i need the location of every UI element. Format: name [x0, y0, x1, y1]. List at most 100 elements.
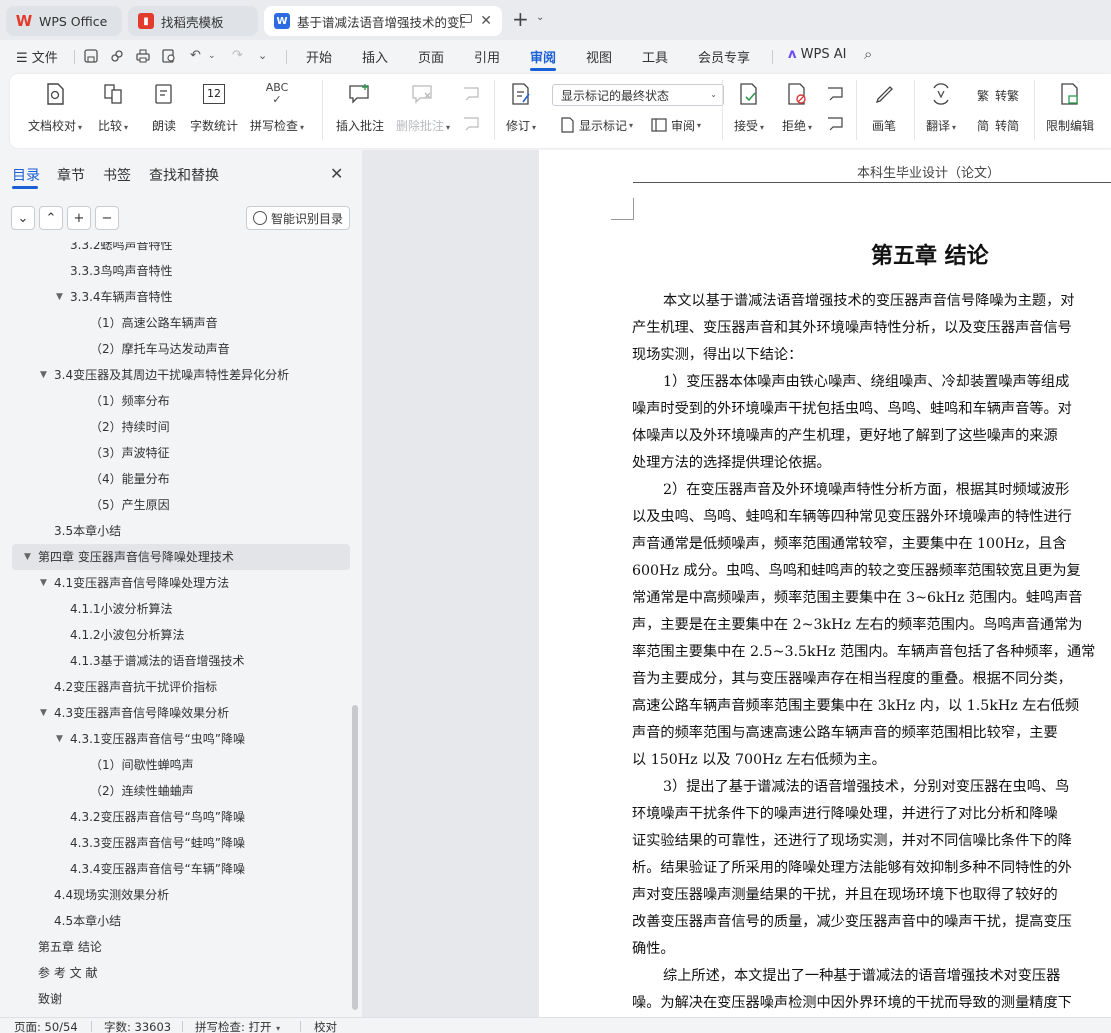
restrict-edit-button[interactable]: 限制编辑	[1046, 80, 1094, 134]
markup-mode-select[interactable]: 显示标记的最终状态 ⌄	[552, 84, 724, 106]
toc-item[interactable]: 4.1.3基于谱减法的语音增强技术	[0, 648, 350, 674]
toc-item[interactable]: （2）连续性蛐蛐声	[0, 778, 350, 804]
expand-toggle-icon[interactable]: ▼	[40, 362, 47, 388]
expand-toggle-icon[interactable]: ▼	[56, 726, 63, 752]
toc-item[interactable]: ▼ 4.1变压器声音信号降噪处理方法	[0, 570, 350, 596]
toc-item[interactable]: 4.3.2变压器声音信号“鸟鸣”降噪	[0, 804, 350, 830]
toc-item[interactable]: （5）产生原因	[0, 492, 350, 518]
menu-page[interactable]: 页面	[418, 47, 444, 66]
share-icon[interactable]	[110, 49, 124, 63]
proofread-status[interactable]: 校对	[314, 1019, 337, 1033]
toc-item[interactable]: （4）能量分布	[0, 466, 350, 492]
close-icon[interactable]: ✕	[480, 13, 492, 29]
toc-item[interactable]: （2）持续时间	[0, 414, 350, 440]
show-markup-button[interactable]: 显示标记 ▾	[558, 116, 633, 134]
wps-ai-button[interactable]: ʌ WPS AI	[788, 47, 846, 62]
divider	[1034, 80, 1035, 140]
menu-member[interactable]: 会员专享	[698, 47, 750, 66]
to-simplified-button[interactable]: 简 转简	[974, 116, 1019, 134]
toc-item[interactable]: 4.5本章小结	[0, 908, 350, 934]
menu-home[interactable]: 开始	[306, 47, 332, 66]
reject-button[interactable]: 拒绝 ▾	[782, 80, 812, 134]
insert-comment-button[interactable]: 插入批注	[336, 80, 384, 134]
toc-item[interactable]: （3）声波特征	[0, 440, 350, 466]
print-icon[interactable]	[136, 49, 150, 63]
toc-item[interactable]: ▼ 3.3.4车辆声音特性	[0, 284, 350, 310]
add-heading-button[interactable]: +	[67, 206, 91, 230]
tab-docer-templates[interactable]: ▮ 找稻壳模板	[128, 6, 258, 36]
spell-check-status[interactable]: 拼写检查: 打开 ▾	[195, 1019, 280, 1033]
remove-heading-button[interactable]: −	[95, 206, 119, 230]
toc-item[interactable]: （1）间歇性蝉鸣声	[0, 752, 350, 778]
document-page[interactable]: 本科生毕业设计（论文） 第五章 结论 本文以基于谱减法语音增强技术的变压器声音信…	[539, 150, 1111, 1017]
toc-item[interactable]: 4.1.1小波分析算法	[0, 596, 350, 622]
menu-tools[interactable]: 工具	[642, 47, 668, 66]
undo-icon[interactable]: ↶	[190, 49, 204, 63]
review-pane-button[interactable]: 审阅 ▾	[650, 116, 701, 134]
toc-item[interactable]: 4.2变压器声音抗干扰评价指标	[0, 674, 350, 700]
expand-down-button[interactable]: ⌄	[11, 206, 35, 230]
toc-item[interactable]: 参 考 文 献	[0, 960, 350, 986]
toc-item[interactable]: 致谢	[0, 986, 350, 1012]
pen-button[interactable]: 画笔	[870, 80, 898, 134]
file-menu[interactable]: ☰ 文件	[16, 47, 58, 66]
tab-sections[interactable]: 章节	[57, 165, 85, 185]
body-line: 以及虫鸣、鸟鸣、蛙鸣和车辆等四种常见变压器外环境噪声的特性进行	[632, 509, 1072, 525]
expand-toggle-icon[interactable]: ▼	[40, 570, 47, 596]
menu-review[interactable]: 审阅	[530, 47, 556, 66]
toc-item[interactable]: ▼ 第四章 变压器声音信号降噪处理技术	[12, 544, 350, 570]
tab-wps-office[interactable]: W WPS Office	[6, 6, 122, 36]
smart-toc-button[interactable]: 智能识别目录	[246, 206, 350, 230]
expand-toggle-icon[interactable]: ▼	[40, 700, 47, 726]
toc-item[interactable]: （2）摩托车马达发动声音	[0, 336, 350, 362]
menu-insert[interactable]: 插入	[362, 47, 388, 66]
toc-item[interactable]: 4.4现场实测效果分析	[0, 882, 350, 908]
to-traditional-button[interactable]: 繁 转繁	[974, 86, 1019, 104]
expand-toggle-icon[interactable]: ▼	[56, 284, 63, 310]
close-icon[interactable]: ✕	[330, 164, 343, 183]
chevron-down-icon[interactable]: ⌄	[208, 49, 222, 63]
doc-check-button[interactable]: 文档校对 ▾	[28, 80, 82, 134]
tab-document[interactable]: W 基于谱减法语音增强技术的变压 ✕	[264, 6, 502, 36]
read-aloud-button[interactable]: 朗读	[150, 80, 178, 134]
new-tab-icon[interactable]: +	[512, 9, 529, 29]
body-line: 本文以基于谱减法语音增强技术的变压器声音信号降噪为主题，对	[663, 293, 1075, 309]
prev-change-icon[interactable]	[826, 86, 844, 102]
monitor-icon[interactable]	[460, 14, 472, 23]
toc-item[interactable]: （1）高速公路车辆声音	[0, 310, 350, 336]
toc-item[interactable]: 3.5本章小结	[0, 518, 350, 544]
spell-check-button[interactable]: ABC ✓ 拼写检查 ▾	[250, 80, 304, 134]
toc-item[interactable]: ▼ 4.3.1变压器声音信号“虫鸣”降噪	[0, 726, 350, 752]
collapse-up-button[interactable]: ⌃	[39, 206, 63, 230]
compare-button[interactable]: 比较 ▾	[98, 80, 128, 134]
menu-references[interactable]: 引用	[474, 47, 500, 66]
expand-toggle-icon[interactable]: ▼	[24, 544, 31, 570]
toc-item[interactable]: 3.3.2蟋鸣声音特性	[0, 242, 350, 258]
divider	[74, 50, 75, 64]
tab-toc[interactable]: 目录	[12, 165, 40, 185]
toc-item[interactable]: 4.3.3变压器声音信号“蛙鸣”降噪	[0, 830, 350, 856]
toc-item[interactable]: 4.1.2小波包分析算法	[0, 622, 350, 648]
next-change-icon[interactable]	[826, 116, 844, 132]
accept-button[interactable]: 接受 ▾	[734, 80, 764, 134]
search-icon[interactable]: ⌕	[864, 47, 878, 62]
toc-item[interactable]: 3.3.3鸟鸣声音特性	[0, 258, 350, 284]
toc-scrollbar[interactable]	[352, 705, 358, 1010]
save-icon[interactable]	[84, 49, 98, 63]
tab-find-replace[interactable]: 查找和替换	[149, 165, 219, 185]
chevron-down-icon[interactable]: ⌄	[536, 12, 544, 23]
word-count-status[interactable]: 字数: 33603	[104, 1019, 171, 1033]
toc-item[interactable]: ▼ 3.4变压器及其周边干扰噪声特性差异化分析	[0, 362, 350, 388]
print-preview-icon[interactable]	[162, 49, 176, 63]
toc-item[interactable]: 第五章 结论	[0, 934, 350, 960]
word-count-button[interactable]: 12 字数统计	[190, 80, 238, 134]
tab-bookmarks[interactable]: 书签	[103, 165, 131, 185]
translate-button[interactable]: 翻译 ▾	[926, 80, 956, 134]
page-indicator[interactable]: 页面: 50/54	[14, 1019, 78, 1033]
toc-item[interactable]: （1）频率分布	[0, 388, 350, 414]
menu-view[interactable]: 视图	[586, 47, 612, 66]
revise-button[interactable]: 修订 ▾	[506, 80, 536, 134]
toc-item[interactable]: ▼ 4.3变压器声音信号降噪效果分析	[0, 700, 350, 726]
more-icon[interactable]: ⌄	[258, 49, 272, 63]
toc-item[interactable]: 4.3.4变压器声音信号“车辆”降噪	[0, 856, 350, 882]
